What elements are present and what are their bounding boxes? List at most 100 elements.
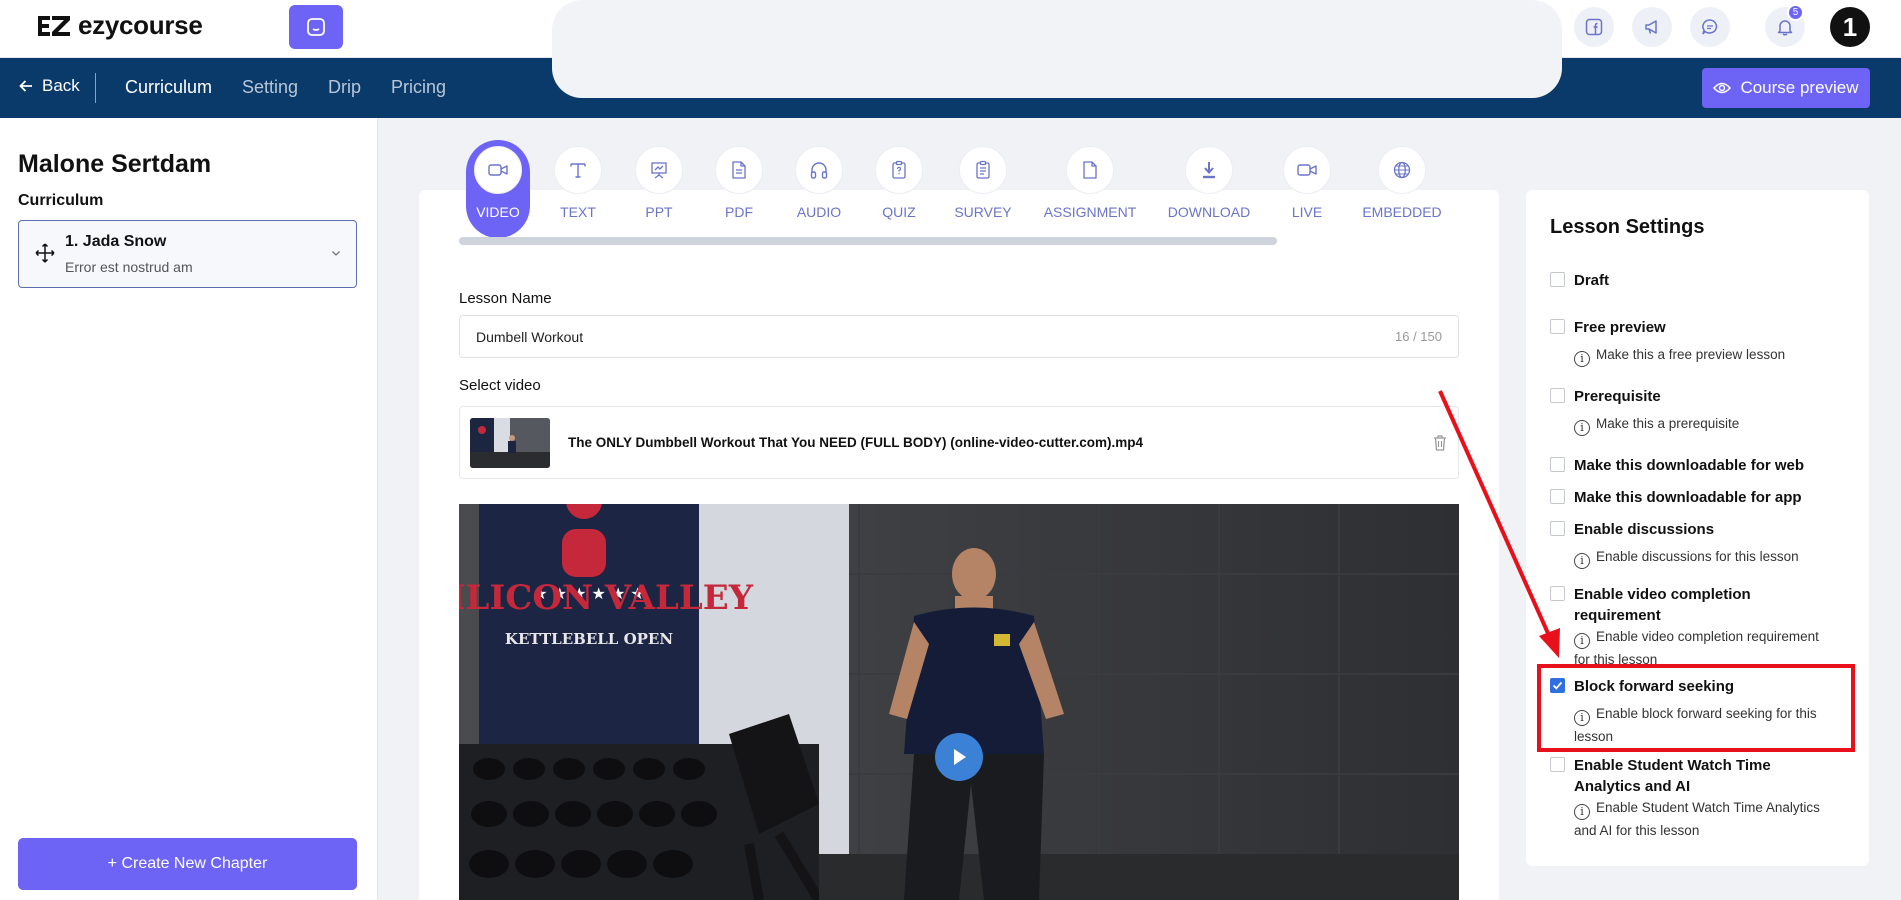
create-new-chapter-button[interactable]: + Create New Chapter [18, 838, 357, 890]
tab-setting[interactable]: Setting [242, 77, 298, 98]
info-icon: i [1574, 804, 1590, 820]
character-count: 16 / 150 [1395, 329, 1442, 344]
document-icon [732, 161, 746, 179]
globe-icon [1393, 161, 1411, 179]
chapter-title: 1. Jada Snow [65, 233, 167, 250]
watch-time-analytics-checkbox[interactable] [1550, 757, 1565, 772]
selected-video-file[interactable]: The ONLY Dumbbell Workout That You NEED … [459, 406, 1459, 479]
notification-badge: 5 [1787, 4, 1804, 21]
survey-icon [976, 160, 990, 179]
downloadable-web-checkbox[interactable] [1550, 457, 1565, 472]
setting-label: Enable video completion requirement [1574, 586, 1751, 624]
curriculum-label: Curriculum [18, 192, 104, 209]
lesson-type-label: TEXT [560, 204, 596, 220]
setting-help: i Make this a free preview lesson [1574, 344, 1836, 367]
download-icon [1203, 162, 1215, 179]
headphones-icon [810, 162, 828, 179]
banner-line1: SILICON VALLEY [459, 578, 754, 618]
presentation-icon [651, 162, 667, 179]
chevron-down-icon[interactable] [330, 247, 342, 259]
play-icon [954, 749, 966, 765]
enable-discussions-checkbox[interactable] [1550, 521, 1565, 536]
setting-label: Enable Student Watch Time Analytics and … [1574, 757, 1771, 795]
lesson-type-live[interactable]: LIVE [1274, 140, 1340, 238]
info-icon: i [1574, 420, 1590, 436]
facebook-icon [1585, 18, 1603, 36]
back-label: Back [42, 76, 80, 95]
chat-icon [1702, 19, 1718, 35]
video-player[interactable]: ★ ★ ★ ★ ★ ★ SILICON VALLEY KETTLEBELL OP… [459, 504, 1459, 900]
lesson-type-video[interactable]: VIDEO [466, 140, 530, 238]
lesson-name-label: Lesson Name [459, 290, 552, 307]
back-button[interactable]: Back [18, 76, 80, 96]
lesson-type-label: VIDEO [476, 204, 520, 220]
course-preview-button[interactable]: Course preview [1702, 68, 1870, 108]
ez-logo-icon [38, 15, 70, 36]
lesson-type-label: DOWNLOAD [1167, 204, 1251, 220]
lesson-type-label: LIVE [1291, 204, 1323, 220]
video-camera-icon [488, 164, 508, 176]
video-file-name: The ONLY Dumbbell Workout That You NEED … [568, 435, 1144, 450]
setting-label: Make this downloadable for app [1574, 489, 1802, 506]
lesson-type-label: PPT [645, 204, 673, 220]
chapter-subtitle: Error est nostrud am [65, 259, 193, 275]
logo-text: ezycourse [78, 10, 203, 40]
lesson-type-pdf[interactable]: PDF [706, 140, 772, 238]
announcements-button[interactable] [1632, 7, 1672, 47]
lesson-type-label: EMBEDDED [1362, 204, 1442, 220]
course-title: Malone Sertdam [18, 150, 212, 178]
logo[interactable]: ezycourse [36, 10, 203, 41]
downloadable-app-checkbox[interactable] [1550, 489, 1565, 504]
lesson-type-label: ASSIGNMENT [1043, 204, 1137, 220]
notifications-button[interactable]: 5 [1765, 4, 1805, 47]
bell-icon [1777, 20, 1793, 36]
draft-checkbox[interactable] [1550, 272, 1565, 287]
info-icon: i [1574, 553, 1590, 569]
annotation-highlight-box [1537, 664, 1855, 752]
banner-line2: KETTLEBELL OPEN [505, 630, 673, 648]
play-button[interactable] [935, 733, 983, 781]
tab-drip[interactable]: Drip [328, 77, 361, 98]
lesson-type-label: QUIZ [882, 204, 916, 220]
text-icon [570, 163, 586, 178]
free-preview-checkbox[interactable] [1550, 319, 1565, 334]
eye-icon [1713, 82, 1732, 94]
video-frame-image: ★ ★ ★ ★ ★ ★ SILICON VALLEY KETTLEBELL OP… [459, 504, 1459, 900]
lesson-types-scrollbar[interactable] [459, 237, 1277, 245]
move-icon[interactable] [35, 243, 55, 263]
video-completion-checkbox[interactable] [1550, 586, 1565, 601]
course-preview-label: Course preview [1740, 78, 1859, 97]
setting-label: Prerequisite [1574, 388, 1661, 405]
lesson-type-ppt[interactable]: PPT [626, 140, 692, 238]
info-icon: i [1574, 633, 1590, 649]
prerequisite-checkbox[interactable] [1550, 388, 1565, 403]
lesson-name-value: Dumbell Workout [476, 329, 584, 345]
lesson-type-quiz[interactable]: QUIZ [866, 140, 932, 238]
avatar[interactable]: 1 [1830, 7, 1870, 47]
lesson-type-label: AUDIO [796, 204, 842, 220]
lesson-type-audio[interactable]: AUDIO [786, 140, 852, 238]
nav-divider [95, 73, 96, 103]
app-switch-button[interactable] [289, 5, 343, 49]
facebook-button[interactable] [1574, 7, 1614, 47]
curriculum-sidebar: Malone Sertdam Curriculum 1. Jada Snow E… [0, 118, 378, 900]
chapter-item[interactable]: 1. Jada Snow Error est nostrud am [18, 220, 357, 288]
trash-icon[interactable] [1432, 434, 1448, 452]
tab-curriculum[interactable]: Curriculum [125, 77, 212, 98]
lesson-type-assignment[interactable]: ASSIGNMENT [1038, 140, 1142, 238]
lesson-type-survey[interactable]: SURVEY [948, 140, 1018, 238]
select-video-label: Select video [459, 377, 541, 394]
lesson-name-input[interactable]: Dumbell Workout 16 / 150 [459, 315, 1459, 358]
lesson-type-text[interactable]: TEXT [545, 140, 611, 238]
lesson-settings-title: Lesson Settings [1550, 216, 1705, 238]
lesson-type-embedded[interactable]: EMBEDDED [1355, 140, 1449, 238]
lesson-type-download[interactable]: DOWNLOAD [1162, 140, 1256, 238]
thumbnail-image [470, 418, 550, 468]
lesson-type-label: PDF [725, 204, 753, 220]
setting-help: i Make this a prerequisite [1574, 413, 1836, 436]
arrow-left-icon [19, 80, 32, 92]
setting-label: Draft [1574, 272, 1610, 289]
lesson-type-strip [552, 0, 1562, 98]
tab-pricing[interactable]: Pricing [391, 77, 446, 98]
messages-button[interactable] [1690, 7, 1730, 47]
